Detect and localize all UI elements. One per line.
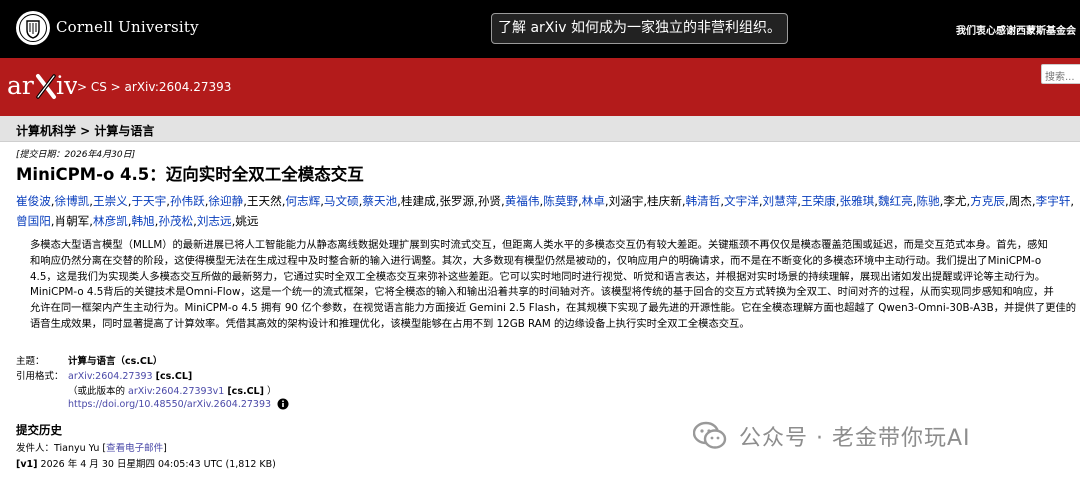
author-name[interactable]: 孙茂松 [158, 214, 193, 228]
watermark: 公众号 · 老金带你玩AI [693, 418, 971, 454]
author-name[interactable]: 林彦凯 [93, 214, 128, 228]
author-name: 桂建成 [400, 194, 436, 208]
author-separator: , [1070, 194, 1075, 208]
svg-text:ar: ar [7, 71, 34, 100]
sender-row: 发件人：Tianyu Yu [查看电子邮件] [16, 440, 167, 454]
v1-text: 2026 年 4 月 30 日星期四 04:05:43 UTC (1,812 K… [40, 459, 276, 470]
author-name: 肖朝军 [54, 213, 90, 228]
subject-bar: 计算机科学 > 计算与语言 [0, 116, 1080, 142]
abstract-line: 允许在同一框架内产生主动行为。MiniCPM-o 4.5 拥有 90 亿个参数，… [30, 302, 1077, 315]
cite-link[interactable]: arXiv:2604.27393 [68, 371, 153, 382]
author-name[interactable]: 王荣康 [801, 194, 836, 208]
author-name[interactable]: 韩清哲 [686, 194, 721, 208]
author-name[interactable]: 方克辰 [970, 194, 1005, 208]
author-name[interactable]: 刘志远 [197, 214, 232, 228]
search-input[interactable]: 搜索... [1041, 64, 1080, 84]
subject-row: 主题： 计算与语言（cs.CL） [16, 353, 162, 367]
author-name[interactable]: 魏红亮 [878, 194, 913, 208]
abstract-line: 4.5，这是我们为实现类人多模态交互所做的最新努力，它通过实时全双工全模态交互来… [30, 270, 1046, 283]
version-suffix: ） [266, 386, 277, 397]
author-name[interactable]: 徐迎静 [208, 194, 243, 208]
institution-bar: Cornell University 了解 arXiv 如何成为一家独立的非营利… [0, 0, 1080, 58]
university-name[interactable]: Cornell University [56, 18, 199, 36]
author-name[interactable]: 曾国阳 [16, 214, 51, 228]
submission-history-heading: 提交历史 [16, 423, 62, 437]
author-name[interactable]: 徐博凯 [54, 194, 89, 208]
sponsor-thanks[interactable]: 我们衷心感谢西蒙斯基金会 [956, 22, 1076, 37]
author-name: 刘涵宇 [608, 194, 644, 208]
subject-value: 计算与语言（cs.CL） [68, 356, 163, 367]
cite-row: 引用格式： arXiv:2604.27393 [cs.CL] [16, 368, 192, 382]
author-name[interactable]: 马文硕 [324, 194, 359, 208]
author-name[interactable]: 张雅琪 [839, 194, 874, 208]
version-prefix: （或此版本的 [68, 386, 126, 397]
author-name[interactable]: 王崇义 [93, 194, 128, 208]
arxiv-logo[interactable]: ar iv [7, 70, 77, 102]
svg-text:iv: iv [56, 71, 77, 100]
sender-suffix: ] [163, 443, 167, 454]
watermark-text: 公众号 · 老金带你玩AI [739, 426, 971, 451]
cite-label: 引用格式： [16, 371, 64, 382]
author-list: 崔俊波,徐博凯,王崇义,于天宇,孙伟跃,徐迎静,王天然,何志辉,马文硕,蔡天池,… [16, 192, 1080, 231]
view-email-link[interactable]: 查看电子邮件 [106, 443, 163, 454]
author-name[interactable]: 韩旭 [131, 214, 154, 228]
author-name: 孙贤 [477, 194, 502, 208]
nonprofit-promo-button[interactable]: 了解 arXiv 如何成为一家独立的非营利组织。 [491, 13, 788, 44]
doi-row: https://doi.org/10.48550/arXiv.2604.2739… [68, 398, 289, 410]
abstract-line: 多模态大型语言模型（MLLM）的最新进展已将人工智能能力从静态离线数据处理扩展到… [30, 239, 1048, 251]
author-name: 周杰 [1008, 194, 1032, 208]
abstract-line: MiniCPM-o 4.5背后的关键技术是Omni-Flow，这是一个统一的流式… [30, 286, 1054, 299]
author-name[interactable]: 孙伟跃 [170, 194, 205, 208]
v1-tag: [v1] [16, 459, 38, 470]
author-name[interactable]: 林卓 [582, 194, 605, 208]
author-name[interactable]: 刘慧萍 [763, 194, 798, 208]
cite-tag: [cs.CL] [155, 371, 193, 382]
version-link[interactable]: arXiv:2604.27393v1 [128, 386, 224, 397]
author-name[interactable]: 于天宇 [131, 194, 166, 208]
version-tag: [cs.CL] [227, 386, 264, 397]
sender-prefix: 发件人：Tianyu Yu [ [16, 443, 107, 454]
author-name: 姚远 [235, 213, 259, 228]
submission-date: [提交日期：2026年4月30日] [16, 150, 136, 160]
author-name[interactable]: 陈莫野 [543, 194, 578, 208]
wechat-icon [693, 421, 727, 449]
doi-link[interactable]: https://doi.org/10.48550/arXiv.2604.2739… [68, 399, 271, 410]
author-name[interactable]: 文宇洋 [724, 194, 759, 208]
abstract-line: 和响应仍然分离在交替的阶段，这使得模型无法在生成过程中及时整合新的输入进行调整。… [30, 254, 1042, 267]
author-name[interactable]: 崔俊波 [16, 194, 51, 208]
author-name: 张罗源 [439, 194, 475, 208]
author-name[interactable]: 黄福伟 [505, 194, 540, 208]
author-name: 王天然 [246, 194, 282, 208]
info-icon[interactable] [277, 398, 289, 410]
breadcrumb[interactable]: > CS > arXiv:2604.27393 [77, 80, 231, 94]
abstract: 多模态大型语言模型（MLLM）的最新进展已将人工智能能力从静态离线数据处理扩展到… [30, 238, 1077, 333]
abstract-line: 语音生成效果，同时显著提高了计算效率。凭借其高效的架构设计和推理优化，该模型能够… [30, 317, 750, 330]
subject-breadcrumb[interactable]: 计算机科学 > 计算与语言 [16, 122, 154, 139]
arxiv-header: ar iv > CS > arXiv:2604.27393 搜索... [0, 58, 1080, 116]
cornell-seal-icon[interactable] [16, 11, 50, 45]
author-name[interactable]: 何志辉 [285, 194, 320, 208]
author-name: 桂庆新 [647, 194, 682, 208]
author-name[interactable]: 陈驰 [916, 194, 939, 208]
subject-label: 主题： [16, 356, 45, 367]
author-name[interactable]: 李宇轩 [1036, 194, 1071, 208]
version-row: （或此版本的 arXiv:2604.27393v1 [cs.CL] ） [68, 383, 277, 397]
version-v1-row: [v1] 2026 年 4 月 30 日星期四 04:05:43 UTC (1,… [16, 456, 276, 470]
author-name[interactable]: 蔡天池 [362, 194, 397, 208]
author-name: 李尤 [943, 194, 967, 208]
paper-title: MiniCPM-o 4.5：迈向实时全双工全模态交互 [16, 165, 364, 184]
